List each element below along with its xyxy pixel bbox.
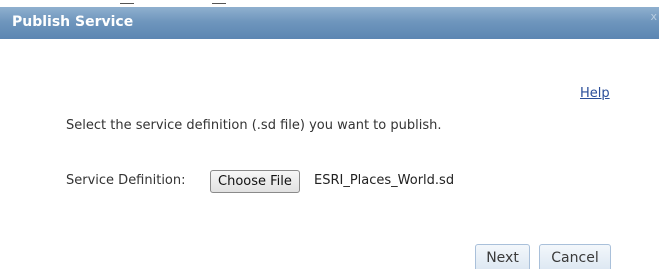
dialog-titlebar[interactable]: Publish Service x: [0, 7, 659, 39]
help-link[interactable]: Help: [580, 86, 610, 101]
close-icon[interactable]: x: [650, 10, 657, 23]
cancel-button[interactable]: Cancel: [539, 244, 611, 269]
next-button[interactable]: Next: [475, 244, 530, 269]
choose-file-button[interactable]: Choose File: [210, 170, 300, 193]
selected-file-name: ESRI_Places_World.sd: [314, 173, 455, 188]
service-definition-label: Service Definition:: [66, 173, 186, 188]
instruction-text: Select the service definition (.sd file)…: [66, 118, 442, 133]
top-edge-marks: [120, 0, 240, 6]
publish-service-dialog: Publish Service x Help Select the servic…: [0, 0, 659, 269]
dialog-title: Publish Service: [12, 14, 134, 30]
